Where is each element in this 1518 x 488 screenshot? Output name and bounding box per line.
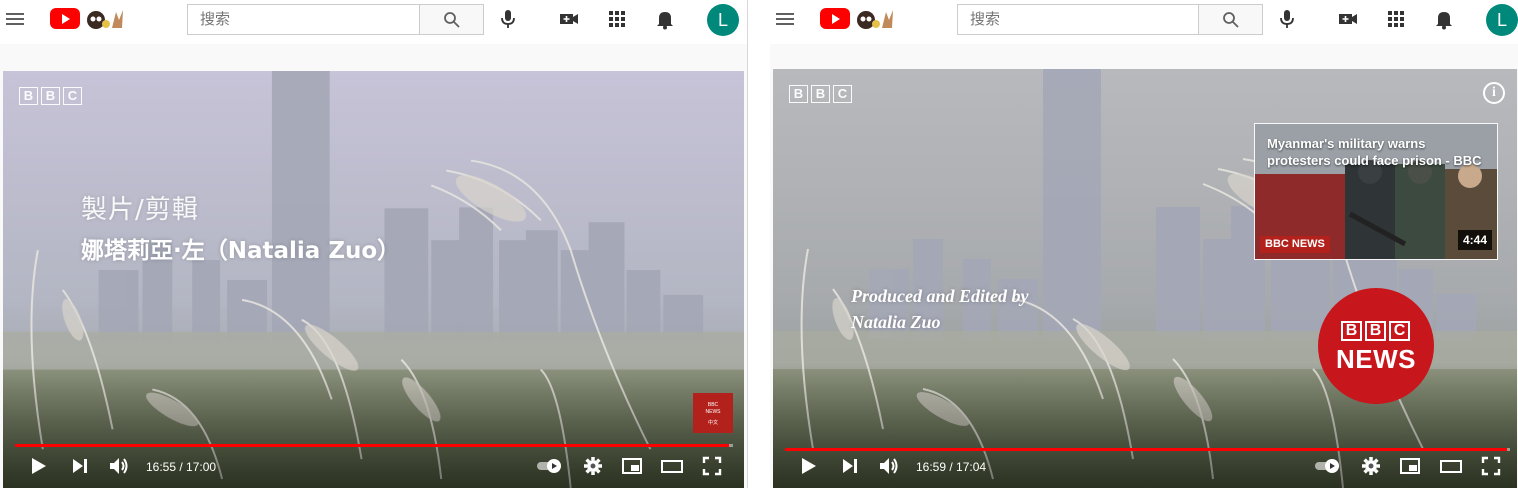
avatar[interactable]: L — [1486, 4, 1518, 36]
search-input[interactable] — [187, 4, 420, 35]
window-divider — [747, 0, 770, 488]
volume-icon[interactable] — [878, 455, 900, 477]
endcard-channel-logo: BBC NEWS — [1260, 236, 1330, 253]
search-input[interactable] — [957, 4, 1199, 35]
youtube-logo[interactable] — [50, 8, 80, 29]
search-button[interactable] — [420, 4, 484, 35]
video-player[interactable]: B B C 製片/剪輯 娜塔莉亞·左（Natalia Zuo） BBC NEWS… — [3, 71, 744, 488]
bbc-watermark: B B C — [789, 85, 852, 103]
miniplayer-icon[interactable] — [1399, 455, 1421, 477]
video-player[interactable]: B B C Produced and Edited by Natalia Zuo… — [773, 69, 1517, 488]
doodle-icon[interactable] — [84, 6, 130, 32]
fullscreen-icon[interactable] — [1480, 455, 1502, 477]
doodle-icon[interactable] — [854, 6, 900, 32]
create-video-icon[interactable] — [1337, 8, 1359, 30]
notifications-icon[interactable] — [654, 8, 676, 30]
credit-name: 娜塔莉亞·左（Natalia Zuo） — [81, 238, 401, 264]
youtube-logo[interactable] — [820, 8, 850, 29]
search-icon — [444, 12, 460, 28]
video-frame — [3, 71, 744, 488]
create-video-icon[interactable] — [558, 8, 580, 30]
menu-icon[interactable] — [775, 10, 795, 30]
settings-icon[interactable] — [582, 455, 604, 477]
credit-text: Produced and Edited by Natalia Zuo — [851, 286, 1029, 332]
play-icon[interactable] — [27, 455, 49, 477]
volume-icon[interactable] — [108, 455, 130, 477]
play-icon[interactable] — [797, 455, 819, 477]
bbc-news-chinese-logo: BBC NEWS 中文 — [693, 393, 733, 433]
notifications-icon[interactable] — [1433, 8, 1455, 30]
settings-icon[interactable] — [1360, 455, 1382, 477]
autoplay-toggle[interactable] — [1313, 455, 1343, 477]
masthead: L — [0, 0, 747, 44]
fullscreen-icon[interactable] — [701, 455, 723, 477]
menu-icon[interactable] — [5, 10, 25, 30]
credit-role: 製片/剪輯 — [81, 195, 199, 225]
search-icon — [1223, 12, 1239, 28]
time-display: 16:55 / 17:00 — [146, 460, 217, 474]
next-icon[interactable] — [69, 455, 91, 477]
bbc-watermark: B B C — [19, 87, 82, 105]
masthead: L — [770, 0, 1518, 44]
right-window: L B B C Produced and Edited by Natalia Z… — [770, 0, 1518, 488]
bbc-news-channel-logo[interactable]: B B C NEWS — [1318, 288, 1434, 404]
apps-icon[interactable] — [606, 8, 628, 30]
mic-icon[interactable] — [497, 8, 519, 30]
endcard-title: Myanmar's military warns protesters coul… — [1267, 136, 1482, 168]
theater-mode-icon[interactable] — [1440, 455, 1462, 477]
autoplay-toggle[interactable] — [535, 455, 565, 477]
player-controls: 16:59 / 17:04 — [773, 444, 1517, 488]
search-button[interactable] — [1199, 4, 1263, 35]
next-icon[interactable] — [839, 455, 861, 477]
player-controls: 16:55 / 17:00 — [3, 444, 744, 488]
endcard-duration: 4:44 — [1457, 230, 1492, 250]
mic-icon[interactable] — [1276, 8, 1298, 30]
time-display: 16:59 / 17:04 — [916, 460, 987, 474]
info-icon[interactable]: i — [1483, 82, 1505, 104]
avatar[interactable]: L — [707, 4, 739, 36]
apps-icon[interactable] — [1385, 8, 1407, 30]
end-screen-video-card[interactable]: Myanmar's military warns protesters coul… — [1254, 123, 1498, 260]
miniplayer-icon[interactable] — [621, 455, 643, 477]
theater-mode-icon[interactable] — [661, 455, 683, 477]
left-window: L B B C 製片/剪輯 娜塔莉亞·左（Natalia Zuo） BBC NE… — [0, 0, 747, 488]
